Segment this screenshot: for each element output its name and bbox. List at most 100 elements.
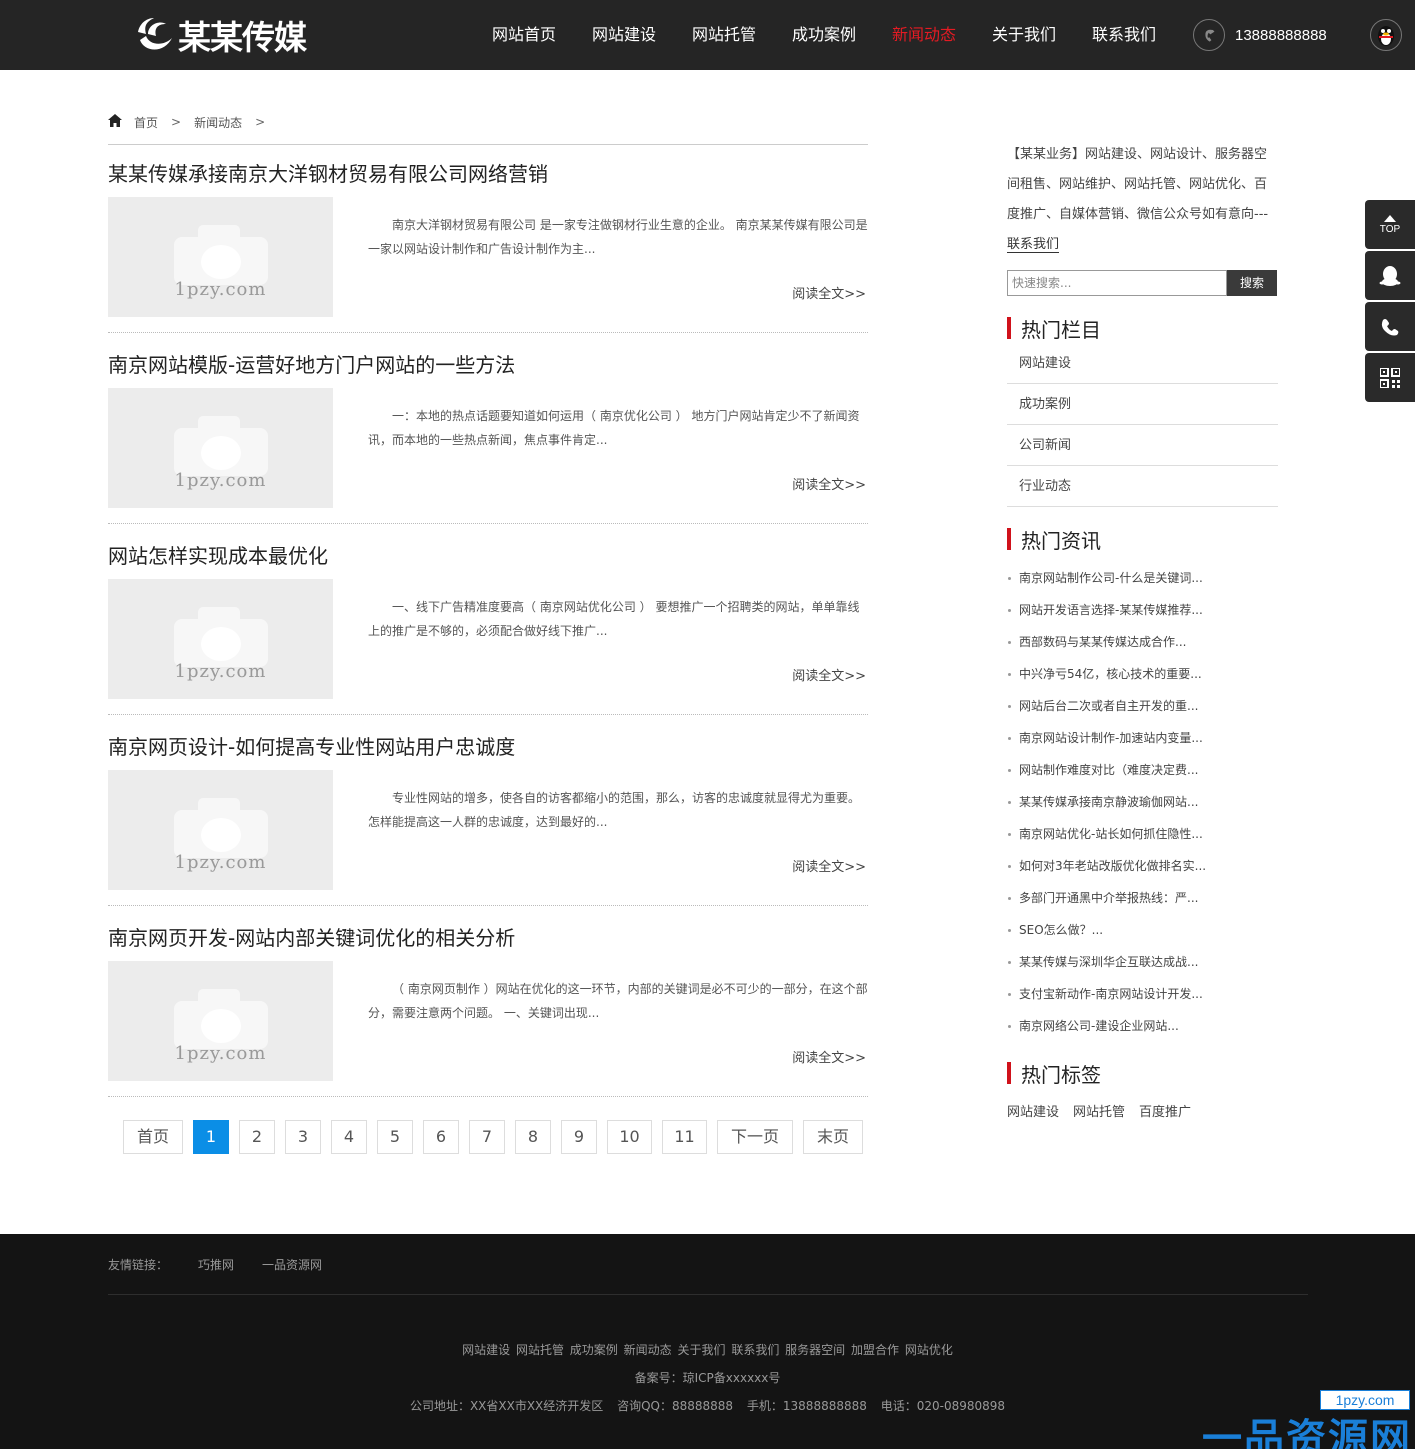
footer-nav-link[interactable]: 关于我们 [677,1343,725,1357]
hot-news-item[interactable]: 网站制作难度对比（难度决定费... [1007,754,1278,786]
hot-news-item[interactable]: 如何对3年老站改版优化做排名实... [1007,850,1278,882]
article-title[interactable]: 南京网页开发-网站内部关键词优化的相关分析 [108,923,868,953]
article-thumbnail[interactable]: 1pzy.com [108,388,333,508]
footer-nav-link[interactable]: 网站建设 [462,1343,510,1357]
read-more-link[interactable]: 阅读全文>> [792,474,866,493]
thumb-watermark: 1pzy.com [174,661,267,682]
qrcode-float-button[interactable] [1365,353,1415,402]
hot-columns-list: 网站建设 成功案例 公司新闻 行业动态 [1007,343,1278,507]
read-more-link[interactable]: 阅读全文>> [792,856,866,875]
hot-news-item[interactable]: 南京网站设计制作-加速站内变量... [1007,722,1278,754]
nav-news[interactable]: 新闻动态 [874,0,974,70]
main-nav: 网站首页 网站建设 网站托管 成功案例 新闻动态 关于我们 联系我们 [474,0,1174,70]
thumb-watermark: 1pzy.com [174,279,267,300]
heading-bar [1007,1062,1011,1084]
page-button-7[interactable]: 7 [469,1120,506,1154]
hot-news-item[interactable]: 网站开发语言选择-某某传媒推荐... [1007,594,1278,626]
article-thumbnail[interactable]: 1pzy.com [108,197,333,317]
nav-about[interactable]: 关于我们 [974,0,1074,70]
tag-link[interactable]: 网站托管 [1073,1101,1125,1120]
page-button-1[interactable]: 1 [193,1120,230,1154]
footer-nav-link[interactable]: 服务器空间 [785,1343,845,1357]
page-button-6[interactable]: 6 [423,1120,460,1154]
site-logo[interactable]: 某某传媒 [134,12,307,58]
friend-links: 友情链接： 巧推网 一品资源网 [108,1256,350,1273]
nav-home[interactable]: 网站首页 [474,0,574,70]
nav-cases[interactable]: 成功案例 [774,0,874,70]
article-title[interactable]: 网站怎样实现成本最优化 [108,541,868,571]
article-title[interactable]: 某某传媒承接南京大洋钢材贸易有限公司网络营销 [108,159,868,189]
qq-float-button[interactable] [1365,251,1415,300]
article-thumbnail[interactable]: 1pzy.com [108,961,333,1081]
thumb-watermark: 1pzy.com [174,852,267,873]
article-thumbnail[interactable]: 1pzy.com [108,579,333,699]
article-title[interactable]: 南京网页设计-如何提高专业性网站用户忠诚度 [108,732,868,762]
page-button-10[interactable]: 10 [607,1120,653,1154]
phone-float-button[interactable] [1365,302,1415,351]
header-phone[interactable]: 13888888888 [1193,19,1327,51]
hot-news-item[interactable]: 某某传媒与深圳华企互联达成战... [1007,946,1278,978]
footer-nav-link[interactable]: 网站托管 [516,1343,564,1357]
article-title[interactable]: 南京网站模版-运营好地方门户网站的一些方法 [108,350,868,380]
hot-news-item[interactable]: 南京网络公司-建设企业网站... [1007,1010,1278,1042]
hot-news-item[interactable]: 南京网站优化-站长如何抓住隐性... [1007,818,1278,850]
friend-link[interactable]: 巧推网 [198,1256,234,1273]
page-button-9[interactable]: 9 [561,1120,598,1154]
sidebar-item-cases[interactable]: 成功案例 [1007,384,1278,425]
nav-contact[interactable]: 联系我们 [1074,0,1174,70]
hot-news-item[interactable]: SEO怎么做？... [1007,914,1278,946]
hot-news-item[interactable]: 网站后台二次或者自主开发的重... [1007,690,1278,722]
back-to-top-button[interactable]: TOP [1365,200,1415,249]
arrow-up-icon [1384,214,1396,222]
top-label: TOP [1379,223,1401,235]
breadcrumb-current[interactable]: 新闻动态 [194,114,242,131]
hot-news-item[interactable]: 南京网站制作公司-什么是关键词... [1007,562,1278,594]
page-button-2[interactable]: 2 [239,1120,276,1154]
breadcrumb-sep: > [255,115,266,129]
article-divider [108,1096,868,1097]
friend-link[interactable]: 一品资源网 [262,1256,322,1273]
search-input[interactable]: 快速搜索... [1007,270,1227,296]
page-button-4[interactable]: 4 [331,1120,368,1154]
read-more-link[interactable]: 阅读全文>> [792,665,866,684]
breadcrumb-home[interactable]: 首页 [134,114,158,131]
tag-link[interactable]: 网站建设 [1007,1101,1059,1120]
hot-news-item[interactable]: 多部门开通黑中介举报热线：严... [1007,882,1278,914]
business-intro-text: 【某某业务】网站建设、网站设计、服务器空间租售、网站维护、网站托管、网站优化、百… [1007,147,1269,222]
hot-news-item[interactable]: 支付宝新动作-南京网站设计开发... [1007,978,1278,1010]
page-button-8[interactable]: 8 [515,1120,552,1154]
footer-nav-link[interactable]: 成功案例 [570,1343,618,1357]
hot-news-item[interactable]: 某某传媒承接南京静波瑜伽网站... [1007,786,1278,818]
nav-web-build[interactable]: 网站建设 [574,0,674,70]
tag-link[interactable]: 百度推广 [1139,1101,1191,1120]
page-first-button[interactable]: 首页 [123,1120,184,1154]
page-button-5[interactable]: 5 [377,1120,414,1154]
read-more-link[interactable]: 阅读全文>> [792,1047,866,1066]
page-last-button[interactable]: 末页 [803,1120,864,1154]
contact-us-link[interactable]: 联系我们 [1007,237,1060,253]
page-button-11[interactable]: 11 [662,1120,708,1154]
hot-news-item[interactable]: 西部数码与某某传媒达成合作... [1007,626,1278,658]
article-thumbnail[interactable]: 1pzy.com [108,770,333,890]
footer-nav-link[interactable]: 加盟合作 [851,1343,899,1357]
article-item: 网站怎样实现成本最优化 1pzy.com 一、线下广告精准度要高（ 南京网站优化… [108,541,868,715]
hot-news-list: 南京网站制作公司-什么是关键词... 网站开发语言选择-某某传媒推荐... 西部… [1007,562,1278,1042]
footer-nav-link[interactable]: 网站优化 [905,1343,953,1357]
sidebar-item-industry-news[interactable]: 行业动态 [1007,466,1278,507]
sidebar-item-web-build[interactable]: 网站建设 [1007,343,1278,384]
sidebar-item-company-news[interactable]: 公司新闻 [1007,425,1278,466]
footer-nav-link[interactable]: 联系我们 [731,1343,779,1357]
page-next-button[interactable]: 下一页 [717,1120,794,1154]
breadcrumb: 首页 > 新闻动态 > [108,112,278,132]
nav-web-hosting[interactable]: 网站托管 [674,0,774,70]
article-summary: 南京大洋钢材贸易有限公司 是一家专注做钢材行业生意的企业。 南京某某传媒有限公司… [368,218,868,256]
qq-penguin-icon[interactable] [1370,19,1402,51]
footer-nav-link[interactable]: 新闻动态 [624,1343,672,1357]
hot-news-item[interactable]: 中兴净亏54亿，核心技术的重要... [1007,658,1278,690]
search-button[interactable]: 搜索 [1227,270,1277,296]
home-icon[interactable] [108,114,122,130]
icp-record[interactable]: 备案号：琼ICP备xxxxxx号 [0,1369,1415,1386]
business-intro: 【某某业务】网站建设、网站设计、服务器空间租售、网站维护、网站托管、网站优化、百… [1007,140,1278,260]
page-button-3[interactable]: 3 [285,1120,322,1154]
read-more-link[interactable]: 阅读全文>> [792,283,866,302]
